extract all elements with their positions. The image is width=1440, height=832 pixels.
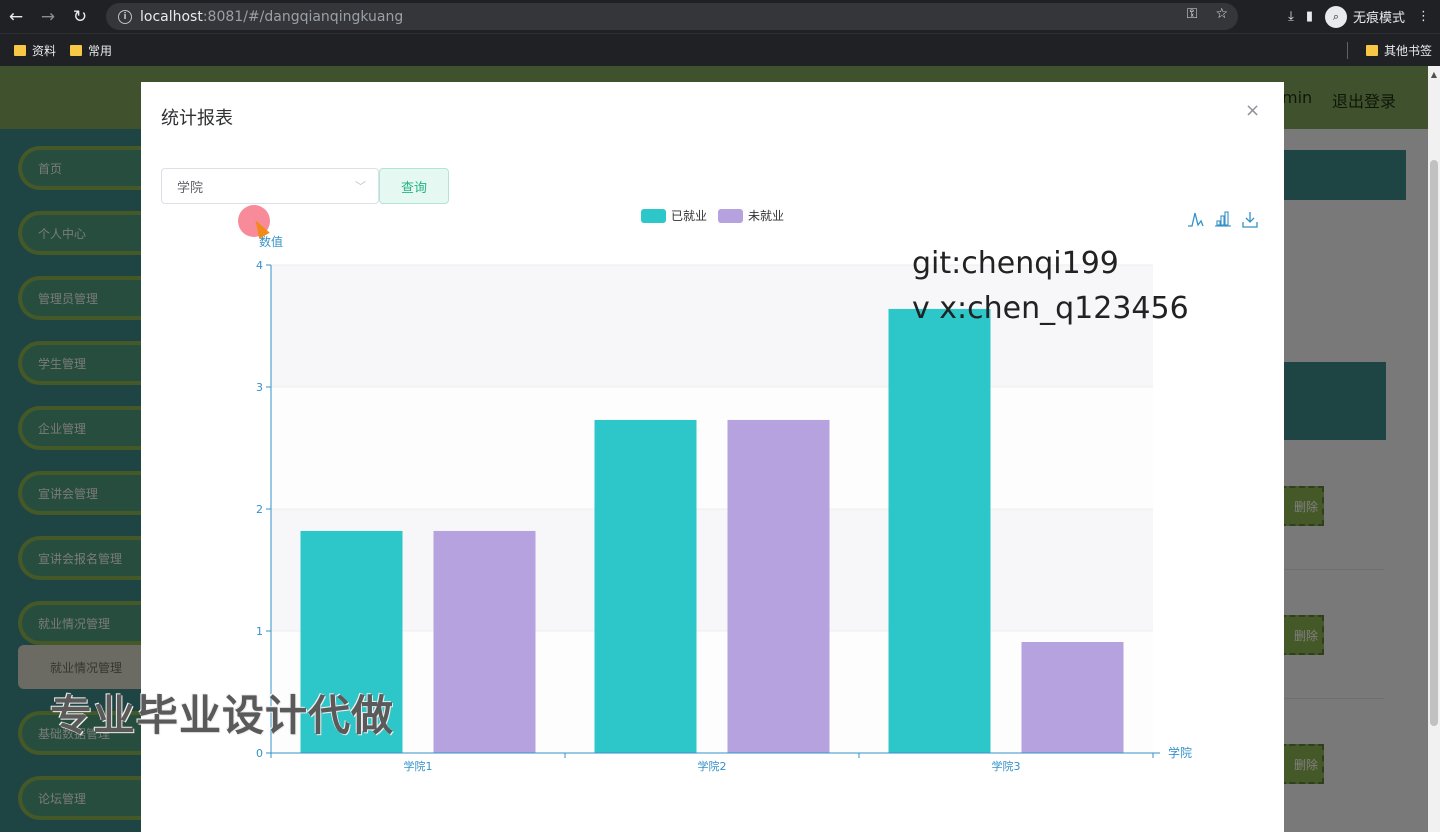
grid-band bbox=[271, 631, 1153, 753]
bar-chart-part bbox=[1216, 220, 1221, 226]
chart-grid bbox=[271, 264, 1153, 754]
bar-2 bbox=[727, 419, 830, 753]
x-axis-title: 学院 bbox=[1168, 745, 1192, 760]
watermark-line1: git:chenqi199 bbox=[912, 246, 1119, 281]
y-tick-label: 4 bbox=[256, 259, 263, 272]
watermark-banner: 专业毕业设计代做 bbox=[50, 691, 395, 740]
line-chart-path bbox=[1188, 212, 1204, 227]
watermark-line2: v x:chen_q123456 bbox=[912, 291, 1189, 326]
bar-1 bbox=[888, 308, 991, 753]
x-tick-label: 学院1 bbox=[404, 759, 433, 773]
x-tick-label: 学院2 bbox=[698, 759, 727, 773]
bar-1 bbox=[594, 419, 697, 753]
grid-band bbox=[271, 265, 1153, 387]
grid-band bbox=[271, 387, 1153, 509]
bar-chart-part bbox=[1220, 215, 1225, 226]
chart-toolbox[interactable] bbox=[1188, 211, 1258, 228]
chart-legend[interactable]: 已就业 未就业 bbox=[641, 209, 784, 223]
bar-2 bbox=[1021, 641, 1124, 753]
y-tick-label: 0 bbox=[256, 747, 263, 760]
bar-chart-part bbox=[1224, 211, 1229, 226]
bar-2 bbox=[433, 530, 536, 753]
bar-chart-icon bbox=[1215, 211, 1231, 227]
x-tick-label: 学院3 bbox=[992, 759, 1021, 773]
legend-label: 已就业 bbox=[671, 209, 707, 223]
y-tick-label: 1 bbox=[256, 625, 263, 638]
download-icon bbox=[1242, 212, 1258, 228]
legend-swatch bbox=[718, 209, 743, 223]
y-tick-label: 2 bbox=[256, 503, 263, 516]
grid-band bbox=[271, 509, 1153, 631]
y-tick-label: 3 bbox=[256, 381, 263, 394]
legend-label: 未就业 bbox=[748, 209, 784, 223]
legend-swatch bbox=[641, 209, 666, 223]
line-chart-icon bbox=[1188, 212, 1204, 227]
